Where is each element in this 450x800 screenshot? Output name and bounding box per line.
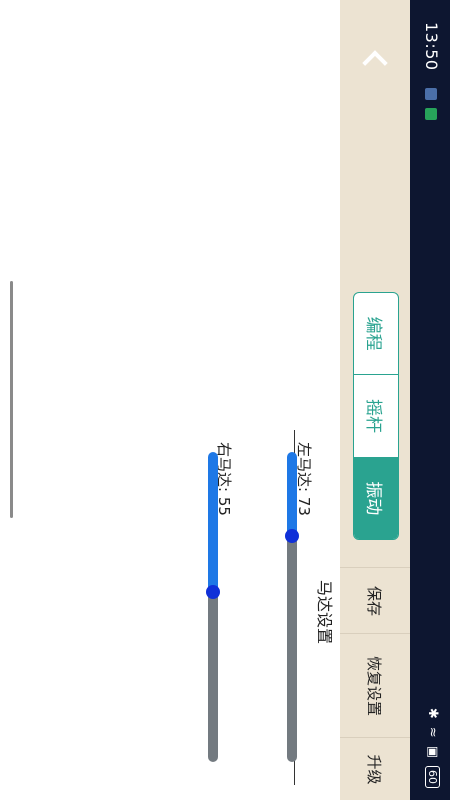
sim-icon: ▣ [425,745,440,758]
tab-joystick[interactable]: 摇杆 [354,375,398,458]
bluetooth-icon: ✱ [425,707,440,719]
notification-icon [425,108,437,120]
battery-icon: 60 [425,766,440,788]
app-header: 编程 摇杆 振动 保存 恢复设置 升级 [340,0,410,800]
motor-settings-panel: 马达设置 左马达: 73 右马达: 55 [0,0,340,800]
slider-fill [208,452,218,592]
save-button[interactable]: 保存 [340,567,410,634]
right-motor-slider[interactable] [206,452,220,762]
notification-icon [425,88,437,100]
slider-track [208,591,218,762]
back-button[interactable] [352,38,398,84]
section-title: 马达设置 [315,580,334,645]
status-time: 13:50 [422,22,441,71]
slider-thumb[interactable] [285,528,299,543]
restore-settings-button[interactable]: 恢复设置 [340,633,410,738]
slider-fill [287,452,297,536]
wifi-icon: ≈ [425,726,440,738]
left-motor-label: 左马达: 73 [295,442,313,516]
app-root: 13:50 ✱ ≈ ▣ 60 编程 摇杆 振动 保存 恢复设置 升级 马达设置 … [0,0,450,800]
slider-thumb[interactable] [206,584,220,599]
upgrade-button[interactable]: 升级 [340,737,410,800]
scrollbar[interactable] [10,281,13,518]
tab-vibration[interactable]: 振动 [354,457,398,539]
left-motor-slider[interactable] [285,452,299,762]
status-bar: 13:50 ✱ ≈ ▣ 60 [410,0,450,800]
tab-programming[interactable]: 编程 [354,293,398,376]
mode-tabs: 编程 摇杆 振动 [353,292,399,540]
slider-track [287,535,297,762]
status-indicators: ✱ ≈ ▣ 60 [425,708,440,788]
